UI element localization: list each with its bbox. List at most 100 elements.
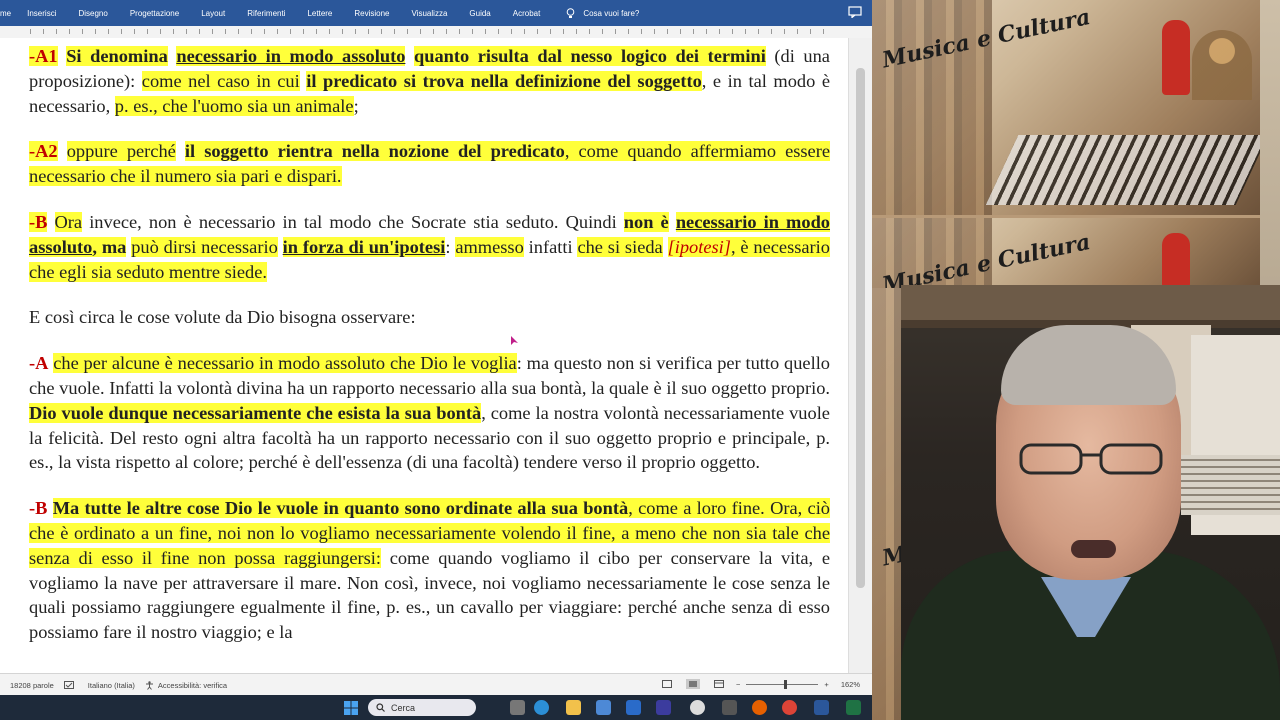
text-run: , ma (92, 236, 127, 257)
mouse-cursor-icon (511, 336, 518, 345)
text-run: invece, non è necessario in tal modo che… (89, 211, 617, 232)
comment-icon[interactable] (848, 6, 862, 18)
text-run: : (445, 236, 451, 257)
tab-home[interactable]: me (0, 9, 11, 18)
tell-me-label: Cosa vuoi fare? (583, 8, 640, 18)
ribbon-tabs: me Inserisci Disegno Progettazione Layou… (0, 0, 872, 26)
tab-inserisci[interactable]: Inserisci (27, 9, 56, 18)
tab-visualizza[interactable]: Visualizza (412, 9, 448, 18)
banner-figure (1162, 233, 1190, 288)
glasses-icon (1019, 443, 1163, 475)
text-run: non è (623, 211, 669, 232)
tab-disegno[interactable]: Disegno (78, 9, 107, 18)
proofing-status[interactable] (63, 681, 78, 689)
banner-panel-middle: Musica e Cultura (872, 218, 1260, 288)
firefox-icon[interactable] (752, 700, 767, 715)
tab-layout[interactable]: Layout (201, 9, 225, 18)
paragraph-a1: -A1 Si denomina necessario in modo assol… (29, 44, 830, 118)
clock-icon[interactable] (690, 700, 705, 715)
text-run: necessario in modo assoluto (176, 46, 406, 66)
paragraph-b1: -B Ora invece, non è necessario in tal m… (29, 210, 830, 284)
banner-figure (1162, 20, 1190, 95)
paragraph-a2: -A2 oppure perché il soggetto rientra ne… (29, 139, 831, 189)
label-a2: -A2 (29, 141, 58, 162)
text-run: quanto risulta dal nesso logico dei term… (413, 46, 766, 66)
ruler-ticks (30, 29, 832, 34)
text-run: che per alcune è necessario in modo asso… (53, 353, 517, 374)
store-icon[interactable] (596, 700, 611, 715)
background-papers (1181, 455, 1280, 515)
scroll-thumb[interactable] (856, 68, 865, 588)
edge-icon[interactable] (534, 700, 549, 715)
windows-start-icon[interactable] (344, 701, 358, 715)
taskbar-search[interactable]: Cerca (368, 699, 476, 716)
accessibility-icon (145, 680, 153, 690)
document-area[interactable]: -A1 Si denomina necessario in modo assol… (0, 38, 848, 673)
proofing-icon (63, 681, 74, 689)
text-run: come nel caso in cui (141, 70, 300, 91)
read-mode-icon[interactable] (662, 680, 673, 688)
zoom-in-button[interactable]: + (824, 680, 828, 689)
text-run: Ma tutte le altre cose Dio le vuole in q… (52, 498, 629, 519)
text-run: p. es., che l'uomo sia un animale (114, 95, 354, 116)
web-layout-icon[interactable] (714, 680, 725, 688)
status-bar: 18208 parole Italiano (Italia) Accessibi… (0, 673, 872, 696)
banner-piano (985, 135, 1260, 205)
text-run: Si denomina (66, 46, 168, 66)
text-run: ammesso (455, 236, 524, 257)
excel-icon[interactable] (846, 700, 861, 715)
text-run: che si sieda (577, 236, 663, 257)
vertical-scrollbar[interactable] (848, 38, 872, 673)
accessibility-status[interactable]: Accessibilità: verifica (145, 681, 227, 690)
zoom-controls: − + 162% (662, 679, 860, 689)
tell-me-search[interactable]: Cosa vuoi fare? (566, 7, 640, 19)
word-window: me Inserisci Disegno Progettazione Layou… (0, 0, 872, 720)
tab-progettazione[interactable]: Progettazione (130, 9, 179, 18)
zoom-slider-knob[interactable] (784, 679, 788, 689)
text-run: in forza di un'ipotesi (282, 236, 446, 257)
tab-lettere[interactable]: Lettere (307, 9, 332, 18)
search-icon (376, 703, 385, 712)
mail-icon[interactable] (626, 700, 641, 715)
bookshelf (901, 285, 1280, 320)
chrome-icon[interactable] (782, 700, 797, 715)
paragraph-a: -A che per alcune è necessario in modo a… (29, 351, 830, 475)
word-icon[interactable] (814, 700, 829, 715)
text-run: può dirsi necessario (131, 236, 278, 257)
accessibility-label: Accessibilità: verifica (157, 680, 228, 690)
banner-cathedral (1192, 30, 1252, 100)
paragraph-intro: E così circa le cose volute da Dio bisog… (29, 307, 416, 328)
label-b2: -B (29, 498, 48, 519)
label-a: -A (29, 353, 49, 374)
tab-riferimenti[interactable]: Riferimenti (247, 9, 285, 18)
zoom-out-button[interactable]: − (736, 680, 740, 689)
text-run: Ora (54, 211, 83, 232)
text-run: infatti (528, 236, 573, 257)
zoom-level[interactable]: 162% (841, 680, 860, 689)
label-a1: -A1 (29, 46, 58, 66)
text-run: Dio vuole dunque necessariamente che esi… (29, 402, 482, 423)
print-layout-icon[interactable] (686, 679, 701, 689)
label-b1: -B (29, 211, 48, 232)
paragraph-b2: -B Ma tutte le altre cose Dio le vuole i… (29, 496, 831, 645)
tab-acrobat[interactable]: Acrobat (513, 9, 541, 18)
text-run: [ipotesi] (667, 236, 731, 257)
text-run: oppure perché (66, 141, 176, 162)
lightbulb-icon (567, 7, 575, 18)
app-icon[interactable] (656, 700, 671, 715)
word-count[interactable]: 18208 parole (10, 681, 54, 690)
task-view-icon[interactable] (510, 700, 525, 715)
presenter-mouth (1071, 540, 1116, 558)
text-run: il soggetto rientra nella nozione del pr… (184, 141, 565, 162)
banner-panel-top: Musica e Cultura (872, 0, 1260, 215)
tab-revisione[interactable]: Revisione (354, 9, 389, 18)
taskbar-search-label: Cerca (391, 702, 416, 713)
language-status[interactable]: Italiano (Italia) (88, 681, 135, 690)
file-explorer-icon[interactable] (566, 700, 581, 715)
text-run: il predicato si trova nella definizione … (306, 70, 702, 91)
webcam-feed (901, 285, 1280, 720)
document-page[interactable]: -A1 Si denomina necessario in modo assol… (29, 44, 831, 666)
tab-guida[interactable]: Guida (469, 9, 490, 18)
media-icon[interactable] (722, 700, 737, 715)
zoom-slider[interactable] (746, 679, 819, 689)
